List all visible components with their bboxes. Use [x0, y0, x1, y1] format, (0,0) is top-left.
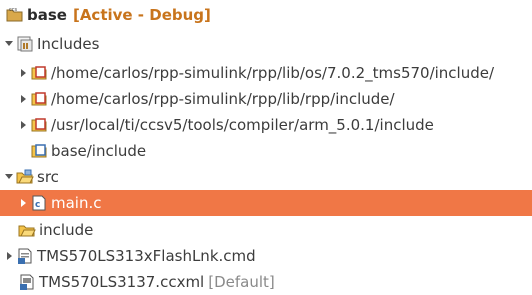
- tree-item-label: TMS570LS313xFlashLnk.cmd: [37, 247, 256, 265]
- include-path-item[interactable]: /home/carlos/rpp-simulink/rpp/lib/os/7.0…: [0, 60, 532, 86]
- include-path-item[interactable]: /usr/local/ti/ccsv5/tools/compiler/arm_5…: [0, 112, 532, 138]
- include-path-label: base/include: [51, 142, 147, 160]
- svg-text:ccs: ccs: [9, 7, 17, 13]
- include-path-icon: [30, 64, 48, 82]
- tree-item-label: include: [39, 221, 94, 239]
- tree-item-label: TMS570LS3137.ccxml: [39, 273, 205, 291]
- tree-item-label: src: [37, 168, 59, 186]
- project-row[interactable]: ccs base [Active - Debug]: [0, 2, 532, 28]
- include-path-label: /home/carlos/rpp-simulink/rpp/lib/os/7.0…: [51, 64, 495, 82]
- include-path-item[interactable]: base/include: [0, 138, 532, 164]
- tree-item-cmd-file[interactable]: TMS570LS313xFlashLnk.cmd: [0, 243, 532, 269]
- cmd-file-icon: [16, 247, 34, 265]
- project-explorer-tree: ccs base [Active - Debug] Includes /home: [0, 0, 532, 295]
- tree-item-include-folder[interactable]: include: [0, 217, 532, 243]
- expand-arrow-icon[interactable]: [18, 197, 30, 209]
- include-path-label: /home/carlos/rpp-simulink/rpp/lib/rpp/in…: [51, 90, 395, 108]
- expand-arrow-icon[interactable]: [18, 119, 30, 131]
- folder-icon: [18, 221, 36, 239]
- c-file-icon: c: [30, 194, 48, 212]
- include-path-label: /usr/local/ti/ccsv5/tools/compiler/arm_5…: [51, 116, 434, 134]
- active-configuration-label: [Active - Debug]: [72, 6, 211, 24]
- expand-arrow-icon[interactable]: [18, 93, 30, 105]
- include-path-icon: [30, 90, 48, 108]
- include-path-icon: [30, 116, 48, 134]
- expand-arrow-icon[interactable]: [18, 67, 30, 79]
- ccxml-file-icon: [18, 273, 36, 291]
- includes-icon: [16, 35, 34, 53]
- tree-item-includes[interactable]: Includes: [0, 31, 532, 57]
- default-decoration: [Default]: [208, 273, 275, 291]
- tree-item-src[interactable]: src: [0, 164, 532, 190]
- workspace-include-icon: [30, 142, 48, 160]
- ccs-project-icon: ccs: [6, 6, 24, 24]
- tree-item-label: main.c: [51, 194, 102, 212]
- tree-item-ccxml-file[interactable]: TMS570LS3137.ccxml [Default]: [0, 269, 532, 295]
- expand-arrow-icon[interactable]: [4, 38, 16, 50]
- svg-text:c: c: [35, 200, 40, 210]
- expand-arrow-icon[interactable]: [4, 250, 16, 262]
- source-folder-icon: [16, 168, 34, 186]
- tree-item-label: Includes: [37, 35, 100, 53]
- include-path-item[interactable]: /home/carlos/rpp-simulink/rpp/lib/rpp/in…: [0, 86, 532, 112]
- expand-arrow-icon[interactable]: [4, 171, 16, 183]
- tree-item-main-c[interactable]: c main.c: [0, 190, 532, 216]
- project-name: base: [27, 6, 67, 24]
